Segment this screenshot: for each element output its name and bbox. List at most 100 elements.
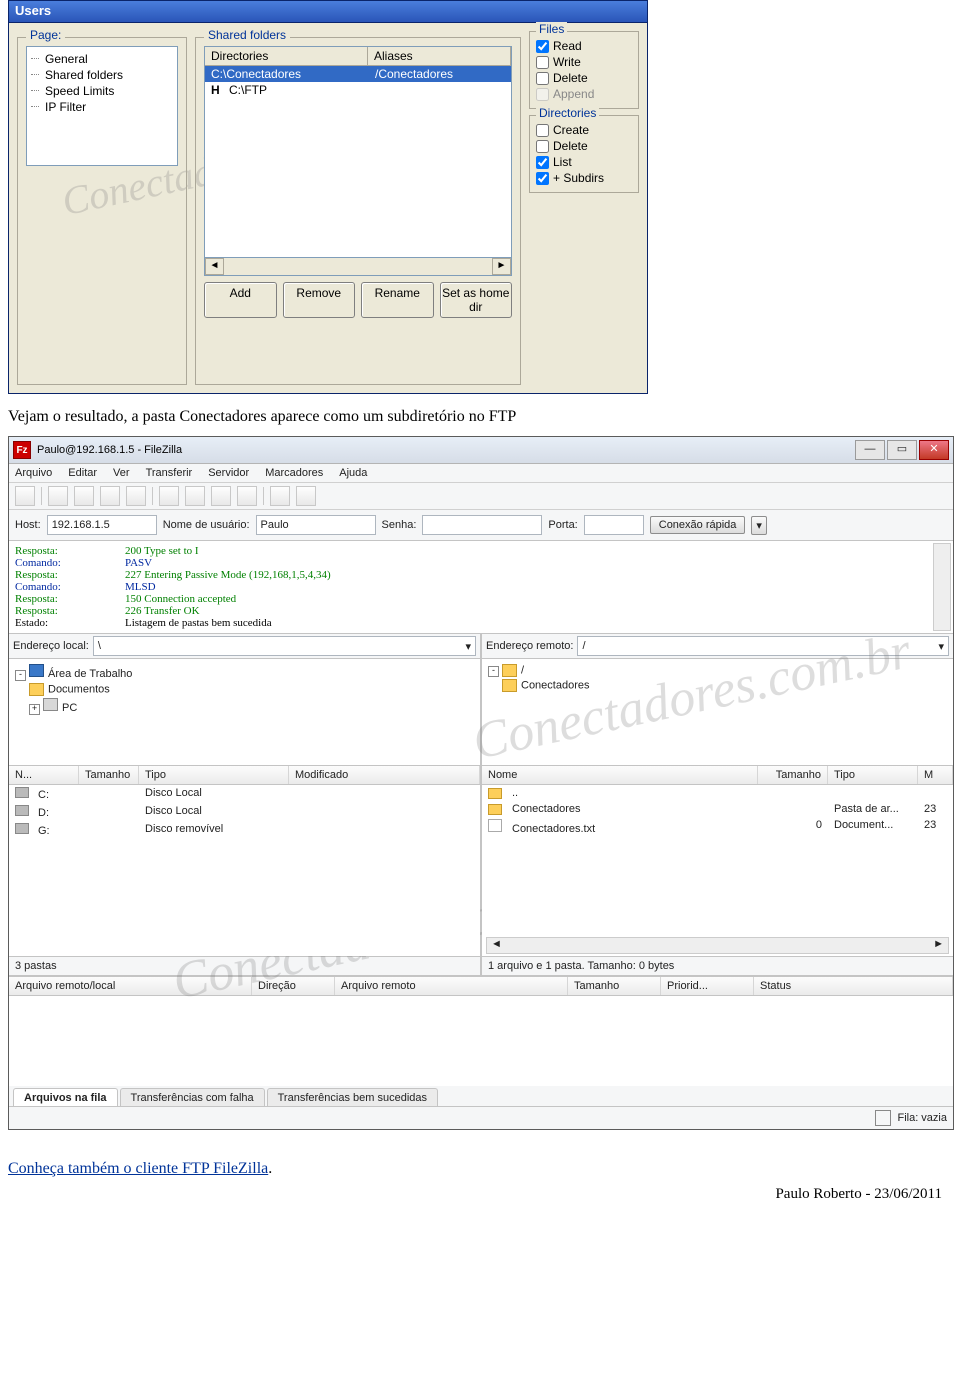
collapse-icon[interactable]: - (488, 666, 499, 677)
chevron-down-icon[interactable]: ▾ (938, 640, 944, 653)
directory-list[interactable]: Directories Aliases C:\Conectadores /Con… (204, 46, 512, 258)
log-pane[interactable]: Resposta:200 Type set to I Comando:PASV … (9, 541, 953, 634)
local-addr-label: Endereço local: (13, 640, 89, 652)
checkbox-icon[interactable] (536, 40, 549, 53)
queue-col[interactable]: Priorid... (661, 977, 754, 995)
quickconnect-button[interactable]: Conexão rápida (650, 516, 746, 534)
tab-success[interactable]: Transferências bem sucedidas (267, 1088, 438, 1106)
perm-read[interactable]: Read (536, 38, 632, 54)
user-label: Nome de usuário: (163, 519, 250, 531)
list-item[interactable]: .. (482, 785, 953, 801)
expand-icon[interactable]: + (29, 704, 40, 715)
chevron-down-icon[interactable]: ▾ (465, 640, 471, 653)
dirs-perm-legend: Directories (536, 106, 599, 120)
remote-file-list[interactable]: Nome Tamanho Tipo M .. ConectadoresPasta… (482, 766, 953, 956)
local-file-list[interactable]: N... Tamanho Tipo Modificado C:Disco Loc… (9, 766, 480, 956)
page-tree-item[interactable]: Shared folders (31, 67, 173, 83)
col-mod[interactable]: Modificado (289, 766, 480, 784)
local-addr-input[interactable]: \▾ (93, 636, 476, 656)
perm-create[interactable]: Create (536, 122, 632, 138)
toolbar-icon[interactable] (211, 486, 231, 506)
queue-col[interactable]: Arquivo remoto/local (9, 977, 252, 995)
maximize-icon[interactable]: ▭ (887, 440, 917, 460)
col-size[interactable]: Tamanho (79, 766, 139, 784)
tab-queue[interactable]: Arquivos na fila (13, 1088, 118, 1106)
col-name[interactable]: N... (9, 766, 79, 784)
add-button[interactable]: Add (204, 282, 277, 318)
checkbox-icon[interactable] (536, 56, 549, 69)
menu-transferir[interactable]: Transferir (146, 467, 193, 479)
collapse-icon[interactable]: - (15, 670, 26, 681)
queue-col[interactable]: Direção (252, 977, 335, 995)
queue-col[interactable]: Arquivo remoto (335, 977, 568, 995)
local-tree[interactable]: -Área de Trabalho Documentos +PC (9, 659, 480, 766)
checkbox-icon[interactable] (536, 72, 549, 85)
col-mod[interactable]: M (918, 766, 953, 784)
toolbar-icon[interactable] (185, 486, 205, 506)
remove-button[interactable]: Remove (283, 282, 356, 318)
toolbar-icon[interactable] (237, 486, 257, 506)
scroll-right-icon[interactable]: ► (492, 258, 511, 275)
list-item[interactable]: Conectadores.txt0Document...23 (482, 817, 953, 837)
port-input[interactable] (584, 515, 644, 535)
list-item[interactable]: ConectadoresPasta de ar...23 (482, 801, 953, 817)
quickconnect-dropdown-icon[interactable]: ▾ (751, 516, 767, 535)
toolbar-icon[interactable] (126, 486, 146, 506)
col-type[interactable]: Tipo (139, 766, 289, 784)
dir-row[interactable]: C:\Conectadores /Conectadores (205, 66, 511, 82)
toolbar-icon[interactable] (100, 486, 120, 506)
host-input[interactable]: 192.168.1.5 (47, 515, 157, 535)
perm-subdirs[interactable]: + Subdirs (536, 170, 632, 186)
user-input[interactable]: Paulo (256, 515, 376, 535)
h-scrollbar[interactable]: ◄ ► (204, 258, 512, 276)
menu-arquivo[interactable]: Arquivo (15, 467, 52, 479)
perm-write[interactable]: Write (536, 54, 632, 70)
filezilla-link[interactable]: Conheça também o cliente FTP FileZilla (8, 1160, 268, 1177)
alias-col-header[interactable]: Aliases (368, 47, 511, 65)
tab-failed[interactable]: Transferências com falha (120, 1088, 265, 1106)
list-item[interactable]: G:Disco removível (9, 821, 480, 839)
menu-marcadores[interactable]: Marcadores (265, 467, 323, 479)
dir-col-header[interactable]: Directories (205, 47, 368, 65)
toolbar-icon[interactable] (15, 486, 35, 506)
remote-tree[interactable]: -/ Conectadores (482, 659, 953, 766)
rename-button[interactable]: Rename (361, 282, 434, 318)
checkbox-icon[interactable] (536, 124, 549, 137)
toolbar-icon[interactable] (74, 486, 94, 506)
menu-servidor[interactable]: Servidor (208, 467, 249, 479)
queue-body[interactable] (9, 996, 953, 1086)
page-tree-item[interactable]: IP Filter (31, 99, 173, 115)
set-home-button[interactable]: Set as home dir (440, 282, 513, 318)
perm-delete[interactable]: Delete (536, 70, 632, 86)
close-icon[interactable]: ✕ (919, 440, 949, 460)
toolbar-icon[interactable] (270, 486, 290, 506)
page-tree[interactable]: General Shared folders Speed Limits IP F… (26, 46, 178, 166)
menu-ajuda[interactable]: Ajuda (339, 467, 367, 479)
page-tree-item[interactable]: General (31, 51, 173, 67)
menu-ver[interactable]: Ver (113, 467, 130, 479)
list-item[interactable]: C:Disco Local (9, 785, 480, 803)
checkbox-icon[interactable] (536, 156, 549, 169)
queue-col[interactable]: Tamanho (568, 977, 661, 995)
checkbox-icon[interactable] (536, 140, 549, 153)
scroll-left-icon[interactable]: ◄ (205, 258, 224, 275)
dir-row[interactable]: H C:\FTP (205, 82, 511, 98)
perm-dir-delete[interactable]: Delete (536, 138, 632, 154)
pass-input[interactable] (422, 515, 542, 535)
menu-editar[interactable]: Editar (68, 467, 97, 479)
perm-list[interactable]: List (536, 154, 632, 170)
checkbox-icon[interactable] (536, 172, 549, 185)
list-item[interactable]: D:Disco Local (9, 803, 480, 821)
h-scrollbar[interactable]: ◄► (486, 937, 949, 954)
v-scrollbar[interactable] (933, 543, 951, 631)
toolbar-icon[interactable] (296, 486, 316, 506)
toolbar-icon[interactable] (159, 486, 179, 506)
minimize-icon[interactable]: — (855, 440, 885, 460)
queue-col[interactable]: Status (754, 977, 953, 995)
remote-addr-input[interactable]: /▾ (577, 636, 949, 656)
page-tree-item[interactable]: Speed Limits (31, 83, 173, 99)
toolbar-icon[interactable] (48, 486, 68, 506)
col-name[interactable]: Nome (482, 766, 758, 784)
col-size[interactable]: Tamanho (758, 766, 828, 784)
col-type[interactable]: Tipo (828, 766, 918, 784)
